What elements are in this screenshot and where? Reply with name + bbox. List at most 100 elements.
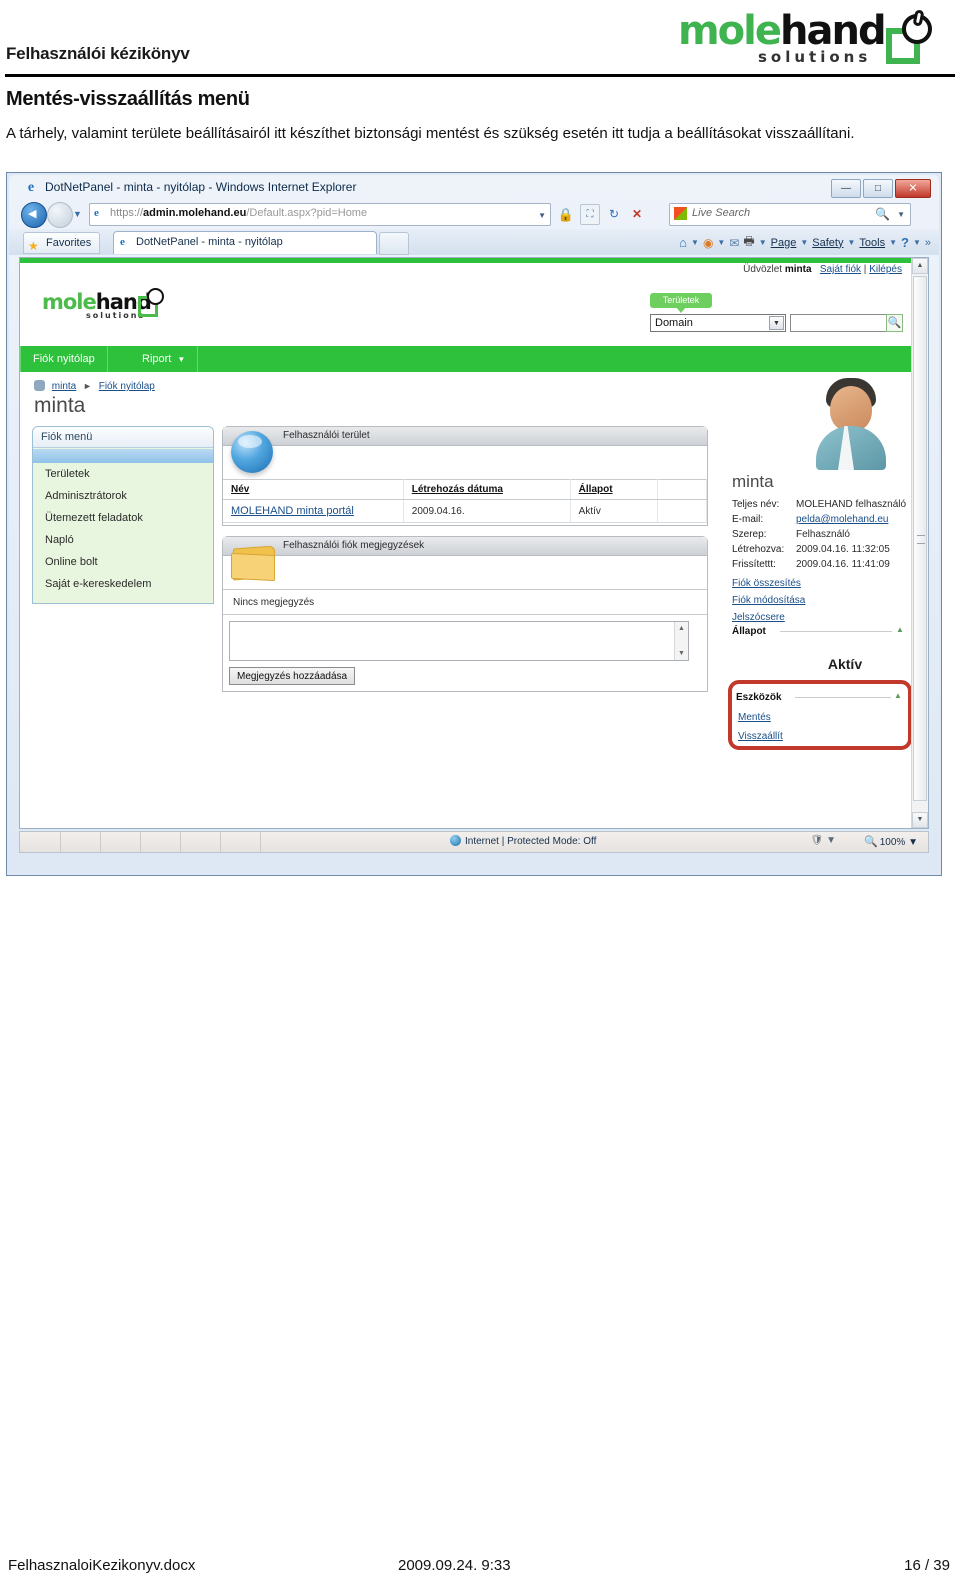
sidebar-item-areas[interactable]: Területek: [33, 463, 213, 485]
tools-menu[interactable]: Tools: [859, 237, 885, 249]
page-scroll-down-icon[interactable]: ▼: [912, 812, 928, 828]
back-button[interactable]: [21, 202, 47, 228]
status-collapse-icon[interactable]: ▲: [896, 625, 904, 634]
tab-label: DotNetPanel - minta - nyitólap: [136, 236, 283, 248]
safety-menu[interactable]: Safety: [812, 237, 843, 249]
forward-button[interactable]: [47, 202, 73, 228]
tools-collapse-icon[interactable]: ▲: [894, 691, 902, 700]
zoom-control[interactable]: 🔍 100% ▼: [864, 835, 918, 848]
scope-select[interactable]: Domain ▼: [650, 314, 786, 332]
browser-viewport: Üdvözlet minta Saját fiók | Kilépés mole…: [19, 257, 929, 829]
comment-textarea-scrollbar[interactable]: ▲ ▼: [674, 622, 688, 660]
comment-textarea[interactable]: ▲ ▼: [229, 621, 689, 661]
new-tab-button[interactable]: [379, 232, 409, 255]
recent-pages-chevron-down-icon[interactable]: ▼: [73, 209, 82, 219]
tools-section-rule: [795, 697, 891, 698]
my-account-link[interactable]: Saját fiók: [820, 264, 861, 275]
page-scrollbar[interactable]: ▲ ▼: [911, 258, 928, 828]
page-chevron-down-icon[interactable]: ▼: [800, 238, 808, 247]
site-search-icon[interactable]: 🔍: [886, 314, 903, 332]
browser-search-input[interactable]: Live Search 🔍 ▼: [669, 203, 911, 226]
column-header-status[interactable]: Állapot: [570, 479, 659, 500]
privacy-icon[interactable]: 🛡 ▼: [811, 835, 836, 846]
nav-item-account-home-label: Fiók nyitólap: [33, 353, 95, 365]
security-zone-status: Internet | Protected Mode: Off: [450, 835, 596, 847]
space-name-link[interactable]: MOLEHAND minta portál: [231, 505, 354, 517]
user-info-panel: minta Teljes név: MOLEHAND felhasználó E…: [732, 472, 910, 629]
browser-title-bar: e DotNetPanel - minta - nyitólap - Windo…: [9, 175, 939, 201]
app-logo-tagline: solutions: [86, 311, 146, 320]
main-nav: Fiók nyitólap Riport ▼: [20, 346, 912, 372]
address-chevron-down-icon[interactable]: ▼: [538, 211, 546, 220]
logout-link[interactable]: Kilépés: [869, 264, 902, 275]
info-row-fullname: Teljes név: MOLEHAND felhasználó: [732, 497, 910, 512]
table-row[interactable]: MOLEHAND minta portál 2009.04.16. Aktív: [223, 499, 707, 523]
overflow-icon[interactable]: »: [925, 237, 931, 249]
breadcrumb-current-link[interactable]: Fiók nyitólap: [99, 381, 155, 392]
nav-item-report[interactable]: Riport ▼: [130, 346, 199, 372]
compatibility-view-icon[interactable]: ⛶: [580, 204, 600, 225]
search-placeholder: Live Search: [692, 207, 751, 219]
info-value-updated: 2009.04.16. 11:41:09: [796, 559, 890, 570]
status-badge: Aktív: [827, 656, 863, 672]
header-divider: [5, 74, 955, 77]
column-header-created[interactable]: Létrehozás dátuma: [403, 479, 571, 500]
add-comment-button[interactable]: Megjegyzés hozzáadása: [229, 667, 356, 685]
status-section-header: Állapot: [732, 626, 766, 637]
sidebar-item-log[interactable]: Napló: [33, 529, 213, 551]
column-header-name[interactable]: Név: [223, 479, 404, 500]
page-menu[interactable]: Page: [771, 237, 797, 249]
star-icon: ★: [28, 239, 39, 253]
site-search-input[interactable]: [790, 314, 900, 332]
sidebar-item-administrators[interactable]: Adminisztrátorok: [33, 485, 213, 507]
address-input[interactable]: e https://admin.molehand.eu/Default.aspx…: [89, 203, 551, 226]
backup-link[interactable]: Mentés: [738, 712, 771, 723]
edit-account-link[interactable]: Fiók módosítása: [732, 595, 910, 606]
restore-link[interactable]: Visszaállít: [738, 731, 783, 742]
browser-tab-active[interactable]: e DotNetPanel - minta - nyitólap: [113, 231, 377, 254]
info-value-fullname: MOLEHAND felhasználó: [796, 499, 907, 510]
footer-date: 2009.09.24. 9:33: [398, 1557, 511, 1574]
sidebar-item-online-store[interactable]: Online bolt: [33, 551, 213, 573]
sidebar-item-scheduled-tasks[interactable]: Ütemezett feladatok: [33, 507, 213, 529]
page-scroll-thumb[interactable]: [913, 276, 927, 801]
sidebar-item-ecommerce[interactable]: Saját e-kereskedelem: [33, 573, 213, 595]
tools-chevron-down-icon[interactable]: ▼: [889, 238, 897, 247]
home-icon[interactable]: ⌂: [679, 235, 687, 250]
sidebar-item-areas-label: Területek: [45, 468, 90, 480]
info-row-created: Létrehozva: 2009.04.16. 11:32:05: [732, 542, 910, 557]
info-row-updated: Frissítettt: 2009.04.16. 11:41:09: [732, 557, 910, 572]
change-password-link[interactable]: Jelszócsere: [732, 612, 910, 623]
nav-item-account-home[interactable]: Fiók nyitólap: [20, 346, 108, 372]
scope-chevron-down-icon[interactable]: ▼: [769, 316, 784, 330]
help-icon[interactable]: ?: [901, 235, 909, 250]
maximize-button[interactable]: □: [863, 179, 893, 198]
favorites-button[interactable]: ★ Favorites: [23, 232, 101, 254]
footer-filename: FelhasznaloiKezikonyv.docx: [8, 1557, 196, 1574]
print-chevron-down-icon[interactable]: ▼: [759, 238, 767, 247]
minimize-button[interactable]: —: [831, 179, 861, 198]
folder-icon: [231, 541, 275, 582]
search-chevron-down-icon[interactable]: ▼: [897, 210, 905, 219]
help-chevron-down-icon[interactable]: ▼: [913, 238, 921, 247]
refresh-icon[interactable]: ↻: [605, 205, 623, 224]
close-button[interactable]: ✕: [895, 179, 931, 198]
mail-icon[interactable]: ✉: [729, 236, 739, 250]
zoom-chevron-down-icon[interactable]: ▼: [908, 837, 918, 848]
search-icon[interactable]: 🔍: [875, 207, 890, 221]
maximize-icon: □: [874, 182, 882, 194]
scroll-down-icon[interactable]: ▼: [678, 650, 685, 657]
scroll-up-icon[interactable]: ▲: [678, 625, 685, 632]
home-chevron-down-icon[interactable]: ▼: [691, 238, 699, 247]
feeds-chevron-down-icon[interactable]: ▼: [717, 238, 725, 247]
feeds-icon[interactable]: ◉: [703, 236, 713, 250]
stop-icon[interactable]: ✕: [628, 205, 646, 224]
account-summary-link[interactable]: Fiók összesítés: [732, 578, 910, 589]
app-logo[interactable]: molehand solutions: [42, 288, 202, 324]
print-icon[interactable]: 🖶: [743, 232, 754, 253]
breadcrumb-user-link[interactable]: minta: [52, 381, 76, 392]
page-scroll-up-icon[interactable]: ▲: [912, 258, 928, 274]
search-provider-icon: [674, 207, 687, 220]
info-value-email-link[interactable]: pelda@molehand.eu: [796, 514, 888, 525]
safety-chevron-down-icon[interactable]: ▼: [847, 238, 855, 247]
